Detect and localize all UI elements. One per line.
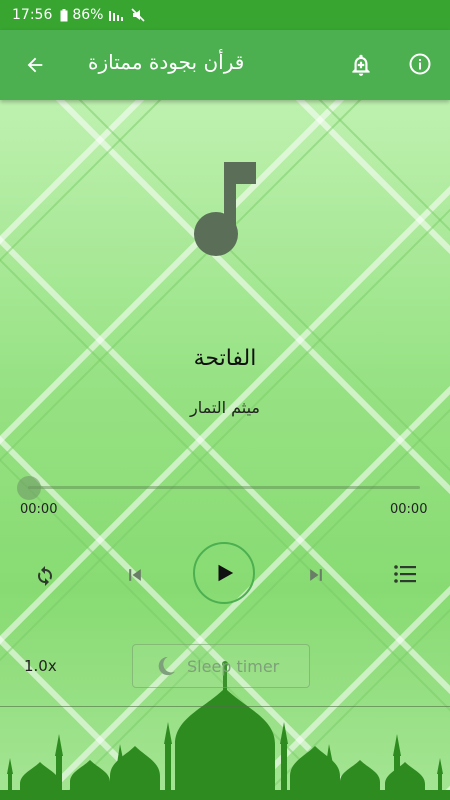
skip-previous-icon[interactable]	[124, 564, 146, 586]
moon-icon	[158, 656, 176, 676]
player-area: الفاتحة ميثم التمار 00:00 00:00 1.0x Sle…	[0, 100, 450, 800]
repeat-icon[interactable]	[32, 562, 58, 588]
app-title: قرأن بجودة ممتازة	[88, 50, 245, 74]
track-title: الفاتحة	[193, 346, 257, 371]
info-icon[interactable]	[408, 52, 434, 78]
battery-icon	[60, 8, 68, 22]
status-bar: 17:56 86%	[0, 0, 450, 30]
mute-icon	[131, 8, 146, 22]
reciter-name: ميثم التمار	[190, 398, 260, 417]
skip-next-icon[interactable]	[305, 564, 327, 586]
battery-percent: 86%	[72, 7, 104, 23]
music-note-icon	[186, 158, 266, 258]
total-time: 00:00	[390, 502, 428, 517]
play-button[interactable]	[193, 542, 255, 604]
play-icon	[218, 564, 234, 582]
current-time: 00:00	[20, 502, 58, 517]
back-arrow-icon[interactable]	[22, 52, 48, 78]
seek-thumb[interactable]	[17, 476, 41, 500]
status-time: 17:56	[12, 7, 53, 23]
app-bar: قرأن بجودة ممتازة	[0, 30, 450, 100]
seek-bar[interactable]	[28, 486, 420, 489]
divider-line	[0, 706, 450, 707]
signal-icon	[109, 9, 125, 21]
sleep-timer-button[interactable]: Sleep timer	[132, 644, 310, 688]
playlist-icon[interactable]	[393, 562, 417, 586]
bell-plus-icon[interactable]	[348, 52, 374, 78]
sleep-timer-label: Sleep timer	[187, 656, 280, 676]
